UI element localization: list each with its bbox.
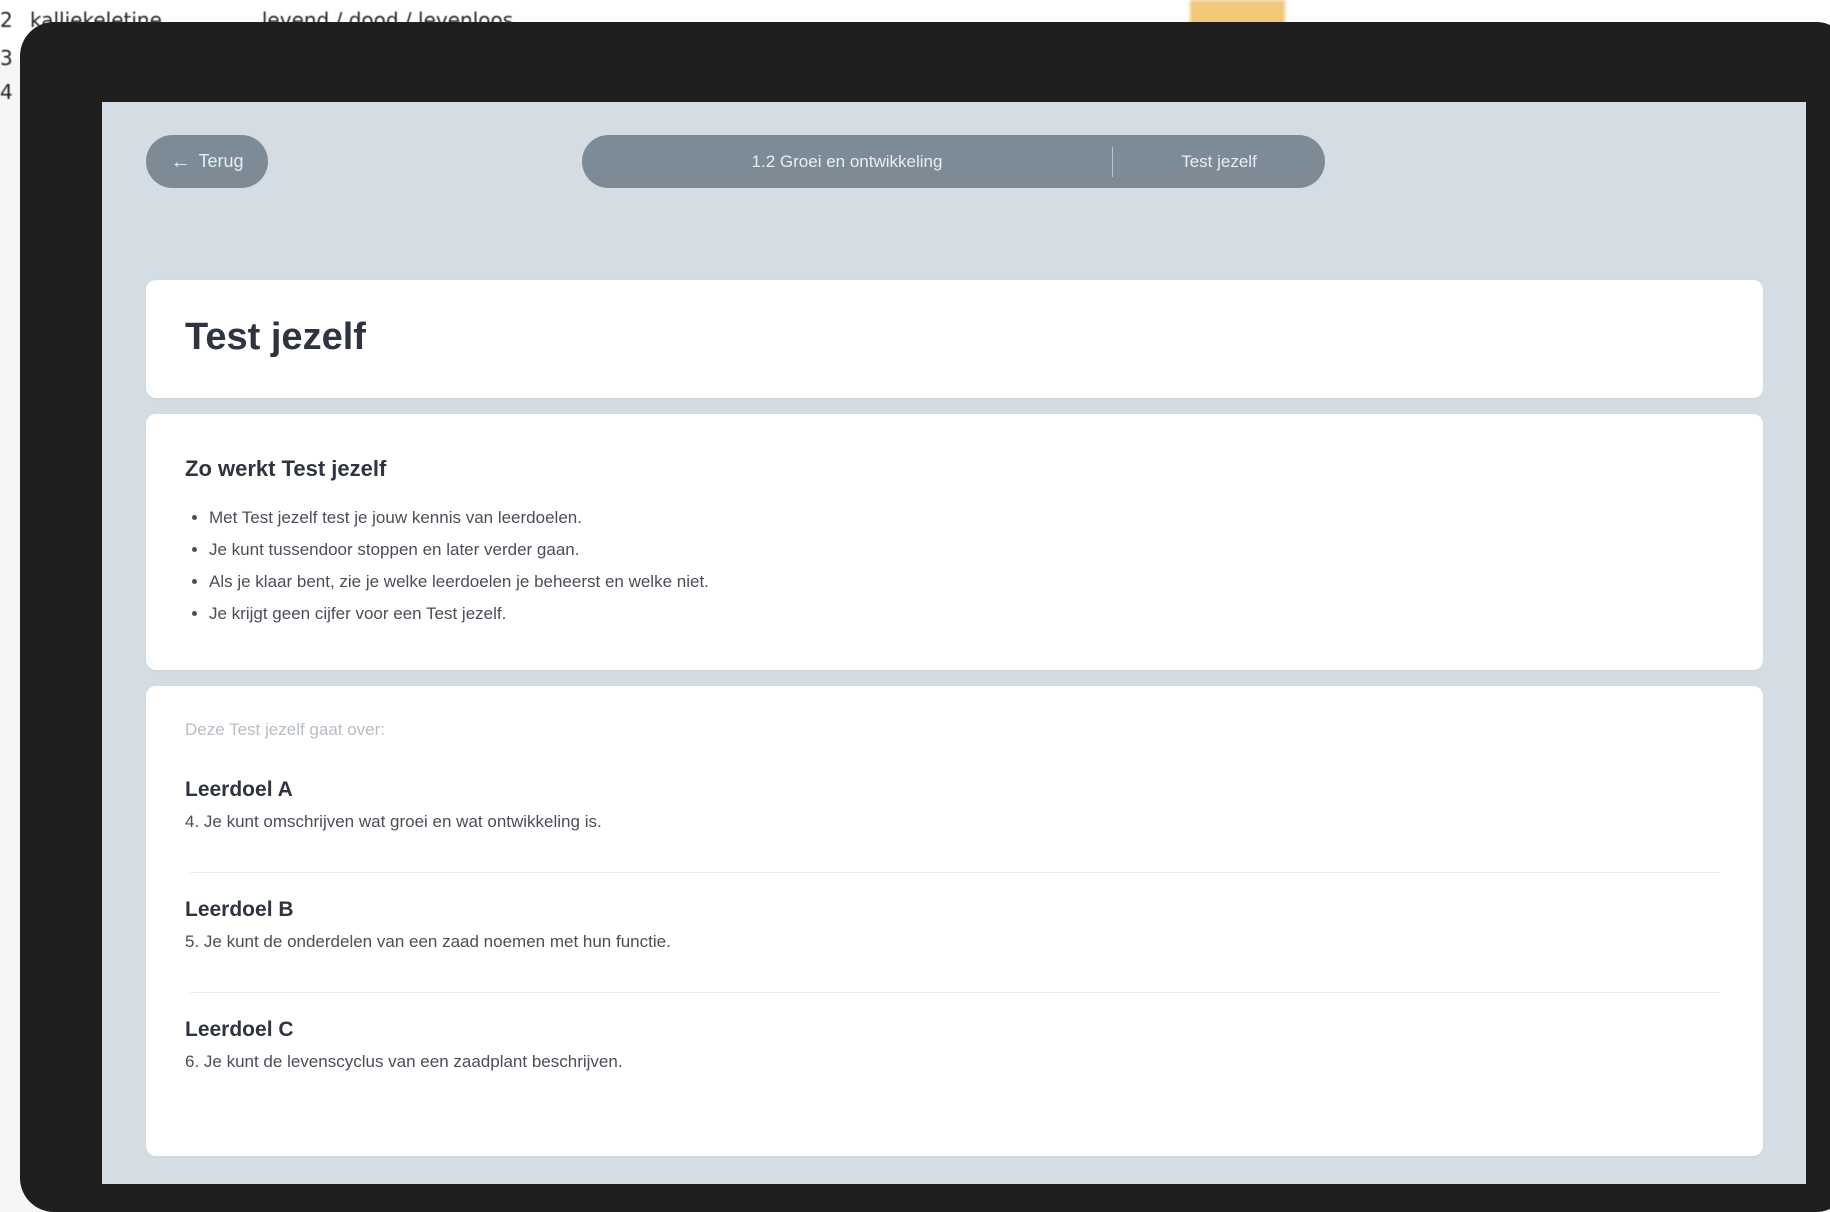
info-card: Zo werkt Test jezelf Met Test jezelf tes… <box>146 414 1763 670</box>
divider <box>190 992 1720 993</box>
photo-scene: 2 kalliekeletine levend / dood / levenloos… <box>0 0 1830 1212</box>
list-item: Je krijgt geen cijfer voor een Test jeze… <box>209 598 709 630</box>
goal-description: 6. Je kunt de levenscyclus van een zaadp… <box>185 1052 623 1071</box>
list-item: Je kunt tussendoor stoppen en later verd… <box>209 534 709 566</box>
breadcrumb: 1.2 Groei en ontwikkeling Test jezelf <box>582 135 1325 188</box>
goals-intro: Deze Test jezelf gaat over: <box>185 720 386 739</box>
goal-name: Leerdoel B <box>185 898 294 921</box>
learning-goal-b: Leerdoel B 5. Je kunt de onderdelen van … <box>185 898 1725 952</box>
goal-name: Leerdoel C <box>185 1018 294 1041</box>
app-screen: ← Terug 1.2 Groei en ontwikkeling Test j… <box>102 102 1806 1184</box>
back-button[interactable]: ← Terug <box>146 135 268 188</box>
title-card: Test jezelf <box>146 280 1763 398</box>
divider <box>190 872 1720 873</box>
arrow-left-icon: ← <box>170 150 191 173</box>
learning-goals-card: Deze Test jezelf gaat over: Leerdoel A 4… <box>146 686 1763 1156</box>
back-button-label: Terug <box>198 151 244 171</box>
goal-description: 4. Je kunt omschrijven wat groei en wat … <box>185 812 602 831</box>
learning-goal-a: Leerdoel A 4. Je kunt omschrijven wat gr… <box>185 778 1725 832</box>
page-title: Test jezelf <box>185 316 366 358</box>
list-item: Als je klaar bent, zie je welke leerdoel… <box>209 566 709 598</box>
breadcrumb-current: Test jezelf <box>1181 151 1257 171</box>
goal-name: Leerdoel A <box>185 778 293 801</box>
info-heading: Zo werkt Test jezelf <box>185 456 387 481</box>
info-list: Met Test jezelf test je jouw kennis van … <box>185 502 709 630</box>
goal-description: 5. Je kunt de onderdelen van een zaad no… <box>185 932 671 951</box>
learning-goal-c: Leerdoel C 6. Je kunt de levenscyclus va… <box>185 1018 1725 1072</box>
tablet-frame: ← Terug 1.2 Groei en ontwikkeling Test j… <box>20 22 1830 1212</box>
list-item: Met Test jezelf test je jouw kennis van … <box>209 502 709 534</box>
breadcrumb-section[interactable]: 1.2 Groei en ontwikkeling <box>582 152 1112 172</box>
